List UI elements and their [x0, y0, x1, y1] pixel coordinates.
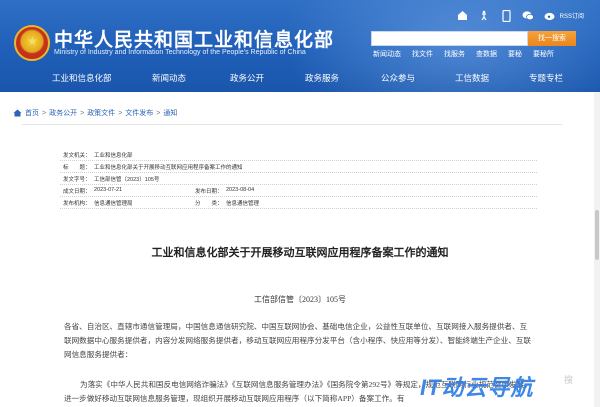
national-emblem-logo[interactable]: ★	[14, 25, 50, 61]
breadcrumb-item[interactable]: 政策文件	[87, 108, 115, 118]
scrollbar-thumb[interactable]	[595, 210, 599, 260]
scrollbar[interactable]	[594, 92, 600, 407]
info-row-title: 标 题： 工业和信息化部关于开展移动互联网应用程序备案工作的通知	[60, 161, 537, 173]
info-row-dates: 成文日期： 2023-07-21 发布日期： 2023-08-04	[60, 185, 537, 197]
info-label: 分 类：	[195, 201, 223, 207]
info-row-publisher: 发布机构： 信息通信管理局 分 类： 信息通信管理	[60, 197, 537, 209]
quick-link[interactable]: 查数据	[476, 49, 497, 59]
breadcrumb: 首页 > 政务公开 > 政策文件 > 文件发布 > 通知	[13, 108, 177, 118]
info-label: 发文机关：	[63, 153, 91, 159]
info-label: 成文日期：	[63, 189, 91, 195]
quick-link[interactable]: 找文件	[412, 49, 433, 59]
breadcrumb-separator: >	[42, 109, 47, 117]
breadcrumb-item[interactable]: 文件发布	[125, 108, 153, 118]
watermark-faint-text: 搜	[564, 375, 574, 385]
weibo-icon[interactable]	[544, 9, 557, 22]
breadcrumb-item[interactable]: 首页	[25, 108, 39, 118]
site-header: ★ 中华人民共和国工业和信息化部 Ministry of Industry an…	[0, 0, 600, 92]
document-info-table: 发文机关： 工业和信息化部 标 题： 工业和信息化部关于开展移动互联网应用程序备…	[60, 149, 537, 209]
nav-item-data[interactable]: 工信数据	[455, 66, 489, 90]
info-label: 标 题：	[63, 165, 91, 171]
info-label: 发布机构：	[63, 201, 91, 207]
quick-link[interactable]: 要秘所	[533, 49, 554, 59]
breadcrumb-item[interactable]: 政务公开	[49, 108, 77, 118]
nav-item-participation[interactable]: 公众参与	[381, 66, 415, 90]
quick-link[interactable]: 新闻动态	[373, 49, 401, 59]
accessibility-icon[interactable]	[478, 9, 491, 22]
info-label: 发文字号：	[63, 177, 91, 183]
info-value: 2023-08-04	[226, 187, 255, 193]
divider	[22, 124, 562, 125]
info-value: 工业和信息化部	[94, 153, 133, 159]
nav-item-news[interactable]: 新闻动态	[152, 66, 186, 90]
wechat-icon[interactable]	[522, 9, 535, 22]
breadcrumb-separator: >	[156, 109, 161, 117]
home-icon	[13, 109, 22, 117]
info-label: 发布日期：	[195, 189, 223, 195]
breadcrumb-item[interactable]: 通知	[163, 108, 177, 118]
info-row-doc-number: 发文字号： 工信部信管〔2023〕105号	[60, 173, 537, 185]
document-number: 工信部信管〔2023〕105号	[254, 295, 346, 304]
site-title[interactable]: 中华人民共和国工业和信息化部	[54, 25, 334, 52]
search-button[interactable]: 找一搜索	[528, 31, 576, 46]
document-title: 工业和信息化部关于开展移动互联网应用程序备案工作的通知	[151, 247, 449, 259]
quick-link[interactable]: 要秘	[508, 49, 522, 59]
nav-item-ministry[interactable]: 工业和信息化部	[52, 66, 112, 90]
info-value: 2023-07-21	[94, 187, 123, 193]
info-value: 工业和信息化部关于开展移动互联网应用程序备案工作的通知	[94, 165, 243, 171]
rss-label[interactable]: RSS订阅	[560, 11, 584, 20]
quick-link[interactable]: 找服务	[444, 49, 465, 59]
utility-icons: RSS订阅	[456, 9, 584, 22]
nav-item-government-affairs[interactable]: 政务公开	[230, 66, 264, 90]
info-row-issuer: 发文机关： 工业和信息化部	[60, 149, 537, 161]
quick-links: 新闻动态 找文件 找服务 查数据 要秘 要秘所	[373, 49, 554, 59]
mobile-icon[interactable]	[500, 9, 513, 22]
info-value: 工信部信管〔2023〕105号	[94, 177, 160, 183]
info-value: 信息通信管理	[226, 201, 260, 207]
main-nav: 工业和信息化部 新闻动态 政务公开 政务服务 公众参与 工信数据 专题专栏	[0, 66, 600, 90]
home-icon[interactable]	[456, 9, 469, 22]
nav-item-special[interactable]: 专题专栏	[529, 66, 563, 90]
site-subtitle: Ministry of Industry and Information Tec…	[54, 49, 306, 56]
document-paragraph: 各省、自治区、直辖市通信管理局，中国信息通信研究院、中国互联网协会、基础电信企业…	[64, 322, 532, 359]
watermark-text: IT动云导航	[420, 375, 534, 400]
breadcrumb-separator: >	[80, 109, 85, 117]
breadcrumb-separator: >	[118, 109, 123, 117]
watermark: IT动云导航	[420, 370, 534, 402]
info-value: 信息通信管理局	[94, 201, 133, 207]
search-input[interactable]	[371, 31, 528, 46]
nav-item-services[interactable]: 政务服务	[305, 66, 339, 90]
